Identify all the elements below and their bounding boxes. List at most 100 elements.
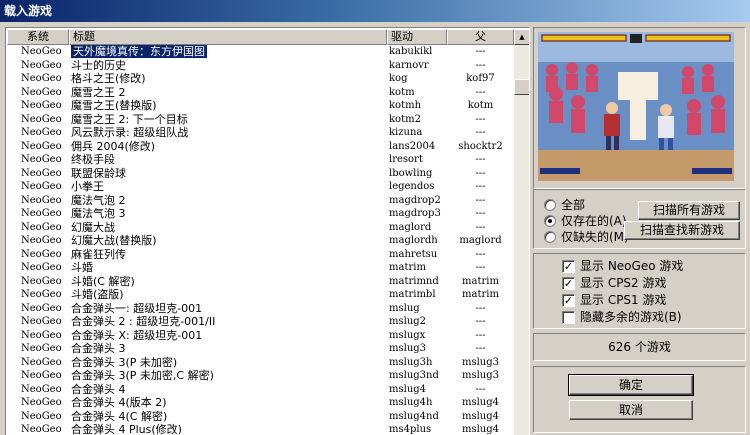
- cell-driver: kog: [387, 72, 447, 86]
- table-row[interactable]: NeoGeo 天外魔境真传：东方伊国图 kabukikl ---: [7, 45, 514, 59]
- cell-parent-text: ---: [475, 248, 486, 260]
- radio-all[interactable]: 全部: [544, 197, 585, 213]
- checkbox-show-cps1[interactable]: ✓ 显示 CPS1 游戏: [562, 292, 667, 308]
- table-row[interactable]: NeoGeo 合金弹头 4 Plus(修改) ms4plus mslug4: [7, 423, 514, 435]
- cell-parent: mslug4: [447, 423, 514, 435]
- cell-system: NeoGeo: [7, 126, 69, 140]
- cell-driver-text: matrim: [389, 262, 426, 273]
- table-row[interactable]: NeoGeo 格斗之王(修改) kog kof97: [7, 72, 514, 86]
- table-row[interactable]: NeoGeo 魔法气泡 3 magdrop3 ---: [7, 207, 514, 221]
- list-body: NeoGeo 天外魔境真传：东方伊国图 kabukikl --- NeoGeo 斗士的历史…: [7, 45, 514, 435]
- radio-indicator[interactable]: [544, 215, 556, 227]
- table-row[interactable]: NeoGeo 终极手段 lresort ---: [7, 153, 514, 167]
- cell-parent: matrim: [447, 275, 514, 289]
- cell-system: NeoGeo: [7, 180, 69, 194]
- cancel-button[interactable]: 取消: [569, 400, 693, 420]
- table-row[interactable]: NeoGeo 合金弹头一: 超级坦克-001 mslug ---: [7, 302, 514, 316]
- table-row[interactable]: NeoGeo 合金弹头 3 mslug3 ---: [7, 342, 514, 356]
- checkbox-show-neogeo-label: 显示 NeoGeo 游戏: [580, 259, 684, 273]
- table-row[interactable]: NeoGeo 联盟保龄球 lbowling ---: [7, 167, 514, 181]
- table-row[interactable]: NeoGeo 合金弹头 4 mslug4 ---: [7, 383, 514, 397]
- cell-driver-text: legendos: [389, 181, 435, 192]
- cell-parent-text: ---: [475, 329, 486, 341]
- cell-title-text: 终极手段: [71, 153, 115, 166]
- table-row[interactable]: NeoGeo 魔雪之王 2 kotm ---: [7, 86, 514, 100]
- cell-driver-text: lbowling: [389, 167, 433, 179]
- cell-title: 佣兵 2004(修改): [69, 140, 387, 154]
- cell-parent: ---: [447, 329, 514, 343]
- cell-system: NeoGeo: [7, 153, 69, 167]
- cell-parent-text: ---: [475, 46, 486, 57]
- cell-title: 合金弹头 4 Plus(修改): [69, 423, 387, 435]
- checkbox-show-neogeo[interactable]: ✓ 显示 NeoGeo 游戏: [562, 258, 683, 274]
- cell-parent: ---: [447, 86, 514, 100]
- checkbox-box[interactable]: ✓: [562, 259, 575, 273]
- table-row[interactable]: NeoGeo 幻魔大战 maglord ---: [7, 221, 514, 235]
- cell-title-text: 合金弹头 X: 超级坦克-001: [71, 328, 203, 342]
- cell-driver-text: lresort: [389, 154, 423, 165]
- cell-system-text: NeoGeo: [21, 46, 62, 57]
- table-row[interactable]: NeoGeo 麻雀狂列传 mahretsu ---: [7, 248, 514, 262]
- table-row[interactable]: NeoGeo 斗士的历史 karnovr ---: [7, 59, 514, 73]
- cell-driver: karnovr: [387, 59, 447, 73]
- game-preview-panel: [533, 27, 746, 189]
- cell-parent-text: kof97: [466, 73, 495, 84]
- radio-missing-only[interactable]: 仅缺失的(M): [544, 229, 629, 245]
- column-header-driver[interactable]: 驱动: [387, 29, 447, 45]
- radio-indicator[interactable]: [544, 231, 556, 243]
- table-row[interactable]: NeoGeo 合金弹头 4(C 解密) mslug4nd mslug4: [7, 410, 514, 424]
- table-row[interactable]: NeoGeo 魔雪之王(替换版) kotmh kotm: [7, 99, 514, 113]
- table-row[interactable]: NeoGeo 魔雪之王 2: 下一个目标 kotm2 ---: [7, 113, 514, 127]
- table-row[interactable]: NeoGeo 幻魔大战(替换版) maglordh maglord: [7, 234, 514, 248]
- checkbox-box[interactable]: [562, 310, 575, 324]
- cell-system-text: NeoGeo: [21, 383, 62, 395]
- table-row[interactable]: NeoGeo 风云默示录: 超级组队战 kizuna ---: [7, 126, 514, 140]
- table-row[interactable]: NeoGeo 合金弹头 3(P 未加密,C 解密) mslug3nd mslug3: [7, 369, 514, 383]
- cell-title-text: 魔法气泡 3: [71, 207, 126, 220]
- cell-driver: matrimnd: [387, 275, 447, 289]
- cell-title: 魔雪之王(替换版): [69, 99, 387, 113]
- cell-system-text: NeoGeo: [21, 59, 62, 71]
- radio-indicator[interactable]: [544, 199, 556, 211]
- radio-present-only[interactable]: 仅存在的(A): [544, 213, 627, 229]
- cell-parent-text: ---: [475, 59, 486, 71]
- cell-system-text: NeoGeo: [21, 343, 62, 354]
- scan-all-games-button[interactable]: 扫描所有游戏: [638, 201, 740, 220]
- scroll-up-button[interactable]: ▲: [514, 29, 529, 45]
- checkbox-hide-extra[interactable]: 隐藏多余的游戏(B): [562, 309, 682, 325]
- cell-title-text: 合金弹头 3: [71, 342, 126, 355]
- column-header-system[interactable]: 系统: [7, 29, 69, 45]
- table-row[interactable]: NeoGeo 斗婚(C 解密) matrimnd matrim: [7, 275, 514, 289]
- checkbox-box[interactable]: ✓: [562, 293, 575, 307]
- cell-driver: mslug: [387, 302, 447, 316]
- game-list[interactable]: 系统 标题 驱动 父 NeoGeo 天外魔境真传：东方伊国图 kabukikl ---…: [5, 27, 530, 435]
- table-row[interactable]: NeoGeo 合金弹头 4(版本 2) mslug4h mslug4: [7, 396, 514, 410]
- scan-new-games-button[interactable]: 扫描查找新游戏: [624, 221, 740, 240]
- cell-driver: mslug3h: [387, 356, 447, 370]
- table-row[interactable]: NeoGeo 合金弹头 3(P 未加密) mslug3h mslug3: [7, 356, 514, 370]
- cell-system-text: NeoGeo: [21, 140, 62, 152]
- table-row[interactable]: NeoGeo 斗婚(盗版) matrimbl matrim: [7, 288, 514, 302]
- cell-system-text: NeoGeo: [21, 410, 62, 422]
- radio-all-label: 全部: [561, 198, 586, 212]
- column-header-title[interactable]: 标题: [69, 29, 387, 45]
- table-row[interactable]: NeoGeo 斗婚 matrim ---: [7, 261, 514, 275]
- table-row[interactable]: NeoGeo 合金弹头 X: 超级坦克-001 mslugx ---: [7, 329, 514, 343]
- cell-parent: ---: [447, 302, 514, 316]
- table-row[interactable]: NeoGeo 合金弹头 2 : 超级坦克-001/II mslug2 ---: [7, 315, 514, 329]
- table-row[interactable]: NeoGeo 小拳王 legendos ---: [7, 180, 514, 194]
- column-header-parent[interactable]: 父: [447, 29, 514, 45]
- vertical-scrollbar[interactable]: ▲: [514, 29, 529, 435]
- table-row[interactable]: NeoGeo 魔法气泡 2 magdrop2 ---: [7, 194, 514, 208]
- table-row[interactable]: NeoGeo 佣兵 2004(修改) lans2004 shocktr2: [7, 140, 514, 154]
- checkbox-box[interactable]: ✓: [562, 276, 575, 290]
- cell-parent: maglord: [447, 234, 514, 248]
- cell-title: 魔雪之王 2: 下一个目标: [69, 113, 387, 127]
- checkbox-show-cps2[interactable]: ✓ 显示 CPS2 游戏: [562, 275, 667, 291]
- cell-parent-text: ---: [475, 127, 486, 138]
- scroll-thumb[interactable]: [514, 79, 529, 95]
- cell-system: NeoGeo: [7, 342, 69, 356]
- ok-button[interactable]: 确定: [568, 374, 694, 396]
- cell-driver-text: ms4plus: [389, 424, 432, 435]
- cell-title-text: 合金弹头 3(P 未加密): [71, 355, 178, 369]
